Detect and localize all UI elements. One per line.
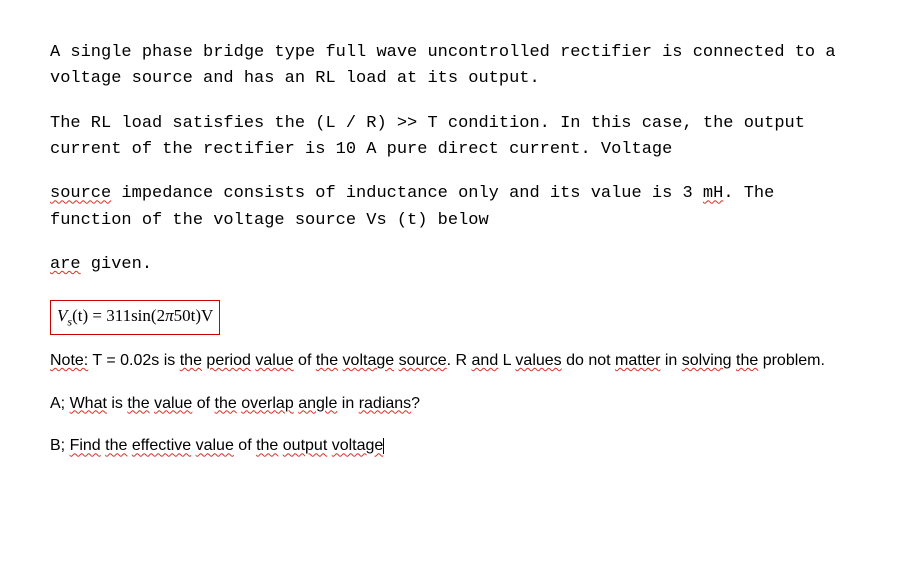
spell-error: are [50, 255, 81, 274]
question-a: A; What is the value of the overlap angl… [50, 392, 848, 417]
text-cursor [383, 438, 384, 454]
spell-error: output [283, 437, 327, 454]
text: given. [81, 255, 152, 274]
text: of [192, 395, 214, 412]
question-b: B; Find the effective value of the outpu… [50, 434, 848, 459]
text: problem. [758, 352, 825, 369]
spell-error: value [154, 395, 192, 412]
text: is [107, 395, 127, 412]
spell-error: mH [703, 184, 723, 203]
spell-error: solving [682, 352, 732, 369]
spell-error: effective [132, 437, 191, 454]
spell-error: the [127, 395, 149, 412]
text: do not [562, 352, 615, 369]
text: in [660, 352, 681, 369]
paragraph-2: The RL load satisfies the (L / R) >> T c… [50, 111, 848, 164]
note-prefix: Note: [50, 352, 88, 369]
text: of [234, 437, 256, 454]
formula-pi: π [165, 306, 174, 325]
qB-prefix: B; [50, 437, 70, 454]
spell-error: and [472, 352, 499, 369]
spell-error: the [105, 437, 127, 454]
paragraph-4: are given. [50, 252, 848, 278]
spell-error: source [50, 184, 111, 203]
spell-error: the [180, 352, 202, 369]
spell-error: period [206, 352, 250, 369]
spell-error: matter [615, 352, 660, 369]
spell-error: the [316, 352, 338, 369]
paragraph-1: A single phase bridge type full wave unc… [50, 40, 848, 93]
text: ? [411, 395, 420, 412]
text: impedance consists of inductance only an… [111, 184, 703, 203]
spell-error: overlap [241, 395, 293, 412]
spell-error: voltage [332, 437, 384, 454]
text: T = 0.02s is [88, 352, 179, 369]
spell-error: source [399, 352, 447, 369]
formula-V: V [57, 306, 67, 325]
text: in [337, 395, 358, 412]
paragraph-3: source impedance consists of inductance … [50, 181, 848, 234]
formula-tail: 50t)V [174, 306, 214, 325]
spell-error: value [255, 352, 293, 369]
note-line: Note: T = 0.02s is the period value of t… [50, 349, 848, 374]
spell-error: Find [70, 437, 101, 454]
spell-error: the [215, 395, 237, 412]
spell-error: voltage [343, 352, 395, 369]
spell-error: What [70, 395, 107, 412]
formula: Vs(t) = 311sin(2π50t)V [57, 306, 213, 325]
text: . R [447, 352, 472, 369]
formula-func: (t) = 311sin(2 [72, 306, 165, 325]
formula-box: Vs(t) = 311sin(2π50t)V [50, 300, 220, 334]
spell-error: the [736, 352, 758, 369]
spell-error: angle [298, 395, 337, 412]
spell-error: values [515, 352, 561, 369]
spell-error: value [196, 437, 234, 454]
spell-error: the [256, 437, 278, 454]
text: of [294, 352, 316, 369]
qA-prefix: A; [50, 395, 70, 412]
text: L [498, 352, 515, 369]
spell-error: radians [359, 395, 411, 412]
